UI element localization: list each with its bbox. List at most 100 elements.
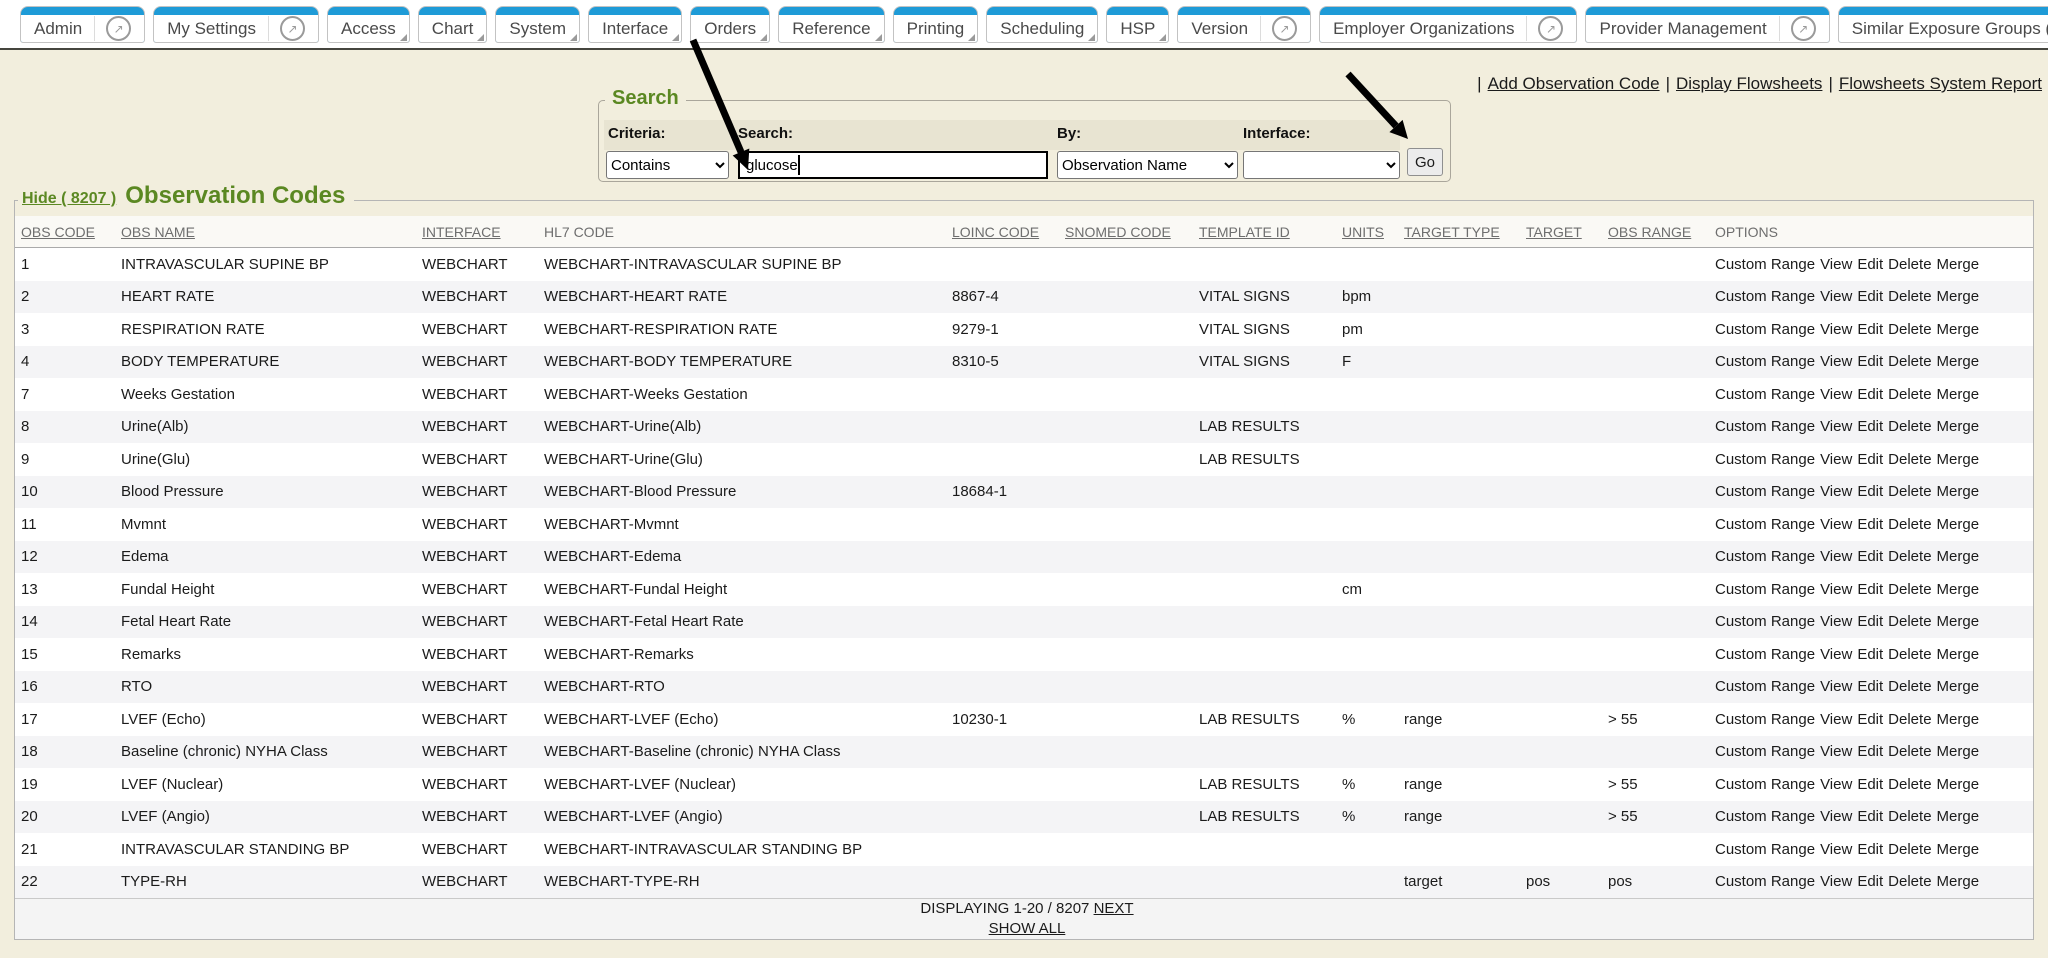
row-action-edit[interactable]: Edit [1857,418,1883,435]
row-action-delete[interactable]: Delete [1888,808,1931,825]
col-header-obs-code[interactable]: OBS CODE [15,216,115,248]
col-header-target-type[interactable]: TARGET TYPE [1398,216,1520,248]
row-action-custom-range[interactable]: Custom Range [1715,418,1815,435]
tab-provider-management[interactable]: Provider Management↗ [1585,6,1829,43]
tab-admin[interactable]: Admin↗ [20,6,145,43]
tab-interface[interactable]: Interface [588,6,682,43]
row-action-custom-range[interactable]: Custom Range [1715,451,1815,468]
tab-similar-exposure-groups-segs[interactable]: Similar Exposure Groups (SEGs)↗ [1838,6,2048,43]
row-action-merge[interactable]: Merge [1937,678,1980,695]
row-action-custom-range[interactable]: Custom Range [1715,353,1815,370]
row-action-delete[interactable]: Delete [1888,841,1931,858]
row-action-merge[interactable]: Merge [1937,516,1980,533]
row-action-view[interactable]: View [1820,288,1852,305]
row-action-edit[interactable]: Edit [1857,483,1883,500]
row-action-edit[interactable]: Edit [1857,353,1883,370]
row-action-edit[interactable]: Edit [1857,808,1883,825]
row-action-merge[interactable]: Merge [1937,711,1980,728]
row-action-delete[interactable]: Delete [1888,711,1931,728]
row-action-custom-range[interactable]: Custom Range [1715,808,1815,825]
row-action-custom-range[interactable]: Custom Range [1715,646,1815,663]
row-action-custom-range[interactable]: Custom Range [1715,516,1815,533]
tab-employer-organizations[interactable]: Employer Organizations↗ [1319,6,1577,43]
col-header-interface[interactable]: INTERFACE [416,216,538,248]
row-action-edit[interactable]: Edit [1857,743,1883,760]
row-action-view[interactable]: View [1820,678,1852,695]
tab-orders[interactable]: Orders [690,6,770,43]
row-action-view[interactable]: View [1820,841,1852,858]
col-header-loinc-code[interactable]: LOINC CODE [946,216,1059,248]
row-action-merge[interactable]: Merge [1937,776,1980,793]
row-action-merge[interactable]: Merge [1937,386,1980,403]
row-action-edit[interactable]: Edit [1857,386,1883,403]
row-action-edit[interactable]: Edit [1857,646,1883,663]
row-action-delete[interactable]: Delete [1888,646,1931,663]
tab-reference[interactable]: Reference [778,6,884,43]
go-button[interactable]: Go [1407,148,1443,176]
col-header-obs-range[interactable]: OBS RANGE [1602,216,1709,248]
tab-system[interactable]: System [495,6,580,43]
row-action-delete[interactable]: Delete [1888,776,1931,793]
row-action-delete[interactable]: Delete [1888,418,1931,435]
show-all-link[interactable]: SHOW ALL [989,920,1066,937]
row-action-merge[interactable]: Merge [1937,646,1980,663]
row-action-edit[interactable]: Edit [1857,256,1883,273]
col-header-snomed-code[interactable]: SNOMED CODE [1059,216,1193,248]
row-action-merge[interactable]: Merge [1937,321,1980,338]
row-action-view[interactable]: View [1820,256,1852,273]
row-action-merge[interactable]: Merge [1937,613,1980,630]
tab-scheduling[interactable]: Scheduling [986,6,1098,43]
external-link-icon[interactable]: ↗ [1260,16,1297,41]
row-action-view[interactable]: View [1820,646,1852,663]
row-action-merge[interactable]: Merge [1937,288,1980,305]
row-action-merge[interactable]: Merge [1937,581,1980,598]
row-action-delete[interactable]: Delete [1888,548,1931,565]
header-link-flowsheets-system-report[interactable]: Flowsheets System Report [1839,74,2042,93]
col-header-obs-name[interactable]: OBS NAME [115,216,416,248]
row-action-merge[interactable]: Merge [1937,256,1980,273]
tab-access[interactable]: Access [327,6,410,43]
row-action-edit[interactable]: Edit [1857,581,1883,598]
row-action-view[interactable]: View [1820,451,1852,468]
row-action-custom-range[interactable]: Custom Range [1715,743,1815,760]
row-action-delete[interactable]: Delete [1888,321,1931,338]
criteria-select[interactable]: Contains [606,151,729,179]
row-action-custom-range[interactable]: Custom Range [1715,841,1815,858]
header-link-display-flowsheets[interactable]: Display Flowsheets [1676,74,1822,93]
row-action-view[interactable]: View [1820,873,1852,890]
row-action-merge[interactable]: Merge [1937,418,1980,435]
row-action-delete[interactable]: Delete [1888,483,1931,500]
header-link-add-observation-code[interactable]: Add Observation Code [1488,74,1660,93]
row-action-view[interactable]: View [1820,808,1852,825]
row-action-edit[interactable]: Edit [1857,548,1883,565]
row-action-custom-range[interactable]: Custom Range [1715,873,1815,890]
next-page-link[interactable]: NEXT [1094,900,1134,917]
row-action-delete[interactable]: Delete [1888,581,1931,598]
row-action-custom-range[interactable]: Custom Range [1715,776,1815,793]
row-action-merge[interactable]: Merge [1937,451,1980,468]
row-action-custom-range[interactable]: Custom Range [1715,321,1815,338]
row-action-edit[interactable]: Edit [1857,841,1883,858]
col-header-units[interactable]: UNITS [1336,216,1398,248]
row-action-view[interactable]: View [1820,353,1852,370]
row-action-edit[interactable]: Edit [1857,451,1883,468]
row-action-view[interactable]: View [1820,613,1852,630]
row-action-merge[interactable]: Merge [1937,743,1980,760]
row-action-custom-range[interactable]: Custom Range [1715,288,1815,305]
row-action-delete[interactable]: Delete [1888,256,1931,273]
row-action-merge[interactable]: Merge [1937,483,1980,500]
row-action-edit[interactable]: Edit [1857,678,1883,695]
row-action-delete[interactable]: Delete [1888,873,1931,890]
row-action-merge[interactable]: Merge [1937,353,1980,370]
row-action-custom-range[interactable]: Custom Range [1715,613,1815,630]
row-action-view[interactable]: View [1820,483,1852,500]
row-action-merge[interactable]: Merge [1937,548,1980,565]
row-action-custom-range[interactable]: Custom Range [1715,548,1815,565]
row-action-delete[interactable]: Delete [1888,353,1931,370]
row-action-view[interactable]: View [1820,776,1852,793]
row-action-view[interactable]: View [1820,581,1852,598]
row-action-view[interactable]: View [1820,321,1852,338]
external-link-icon[interactable]: ↗ [1779,16,1816,41]
interface-select[interactable] [1243,151,1400,179]
row-action-delete[interactable]: Delete [1888,613,1931,630]
